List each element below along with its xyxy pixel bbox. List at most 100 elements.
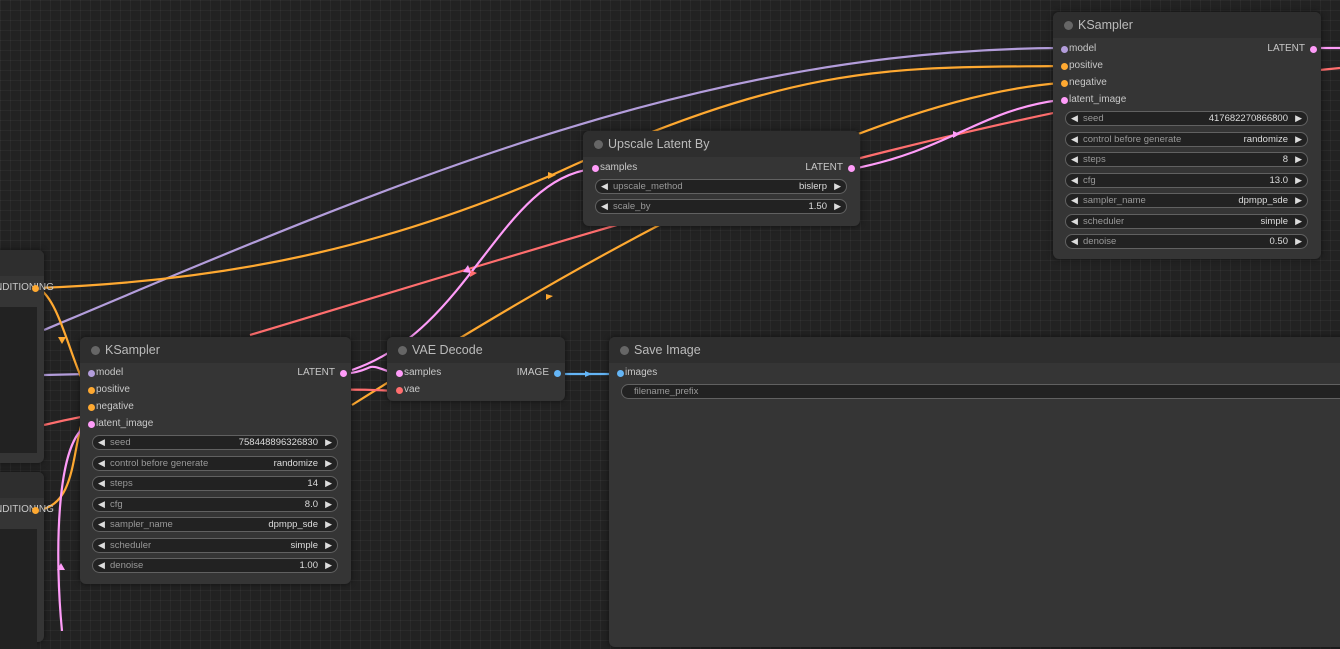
input-slot-model[interactable]: model [1061, 43, 1096, 57]
widget-seed[interactable]: ◀ seed 758448896326830 ▶ [92, 435, 338, 450]
input-dot[interactable] [1061, 97, 1068, 104]
decrement-arrow-icon[interactable]: ◀ [601, 201, 608, 212]
widget-scheduler[interactable]: ◀ scheduler simple ▶ [92, 538, 338, 553]
widget-cfg[interactable]: ◀ cfg 8.0 ▶ [92, 497, 338, 512]
input-slot-negative[interactable]: negative [1061, 77, 1107, 91]
output-slot-conditioning[interactable]: CONDITIONING [0, 282, 54, 296]
decrement-arrow-icon[interactable]: ◀ [98, 478, 105, 489]
input-dot[interactable] [1061, 63, 1068, 70]
collapse-dot-icon[interactable] [620, 346, 629, 355]
left-node-bottom[interactable]: CONDITIONING [0, 472, 54, 649]
output-slot-latent[interactable]: LATENT [763, 162, 855, 176]
save-image-title-bar[interactable]: Save Image [609, 337, 1340, 363]
widget-denoise[interactable]: ◀ denoise 1.00 ▶ [92, 558, 338, 573]
decrement-arrow-icon[interactable]: ◀ [98, 519, 105, 530]
input-dot[interactable] [88, 421, 95, 428]
input-dot[interactable] [88, 404, 95, 411]
increment-arrow-icon[interactable]: ▶ [1295, 216, 1302, 227]
left-node-bottom-title[interactable] [0, 472, 44, 498]
decrement-arrow-icon[interactable]: ◀ [601, 181, 608, 192]
input-dot[interactable] [88, 370, 95, 377]
input-slot-latent-image[interactable]: latent_image [88, 418, 153, 432]
input-dot[interactable] [592, 165, 599, 172]
output-dot[interactable] [340, 370, 347, 377]
widget-scale-by[interactable]: ◀ scale_by 1.50 ▶ [595, 199, 847, 214]
widget-scheduler[interactable]: ◀ scheduler simple ▶ [1065, 214, 1308, 229]
collapse-dot-icon[interactable] [1064, 21, 1073, 30]
left-node-bottom-text-area[interactable] [0, 529, 37, 649]
widget-cfg[interactable]: ◀ cfg 13.0 ▶ [1065, 173, 1308, 188]
input-slot-positive[interactable]: positive [88, 384, 130, 398]
widget-sampler-name[interactable]: ◀ sampler_name dpmpp_sde ▶ [1065, 193, 1308, 208]
input-slot-vae[interactable]: vae [396, 384, 420, 398]
ksampler-bottom-title-bar[interactable]: KSampler [80, 337, 351, 363]
increment-arrow-icon[interactable]: ▶ [1295, 134, 1302, 145]
increment-arrow-icon[interactable]: ▶ [325, 458, 332, 469]
output-dot[interactable] [32, 507, 39, 514]
collapse-dot-icon[interactable] [91, 346, 100, 355]
increment-arrow-icon[interactable]: ▶ [325, 478, 332, 489]
output-dot[interactable] [848, 165, 855, 172]
widget-steps[interactable]: ◀ steps 8 ▶ [1065, 152, 1308, 167]
increment-arrow-icon[interactable]: ▶ [325, 560, 332, 571]
decrement-arrow-icon[interactable]: ◀ [1071, 175, 1078, 186]
output-slot-conditioning[interactable]: CONDITIONING [0, 504, 54, 518]
left-node-top-title[interactable] [0, 250, 44, 276]
left-node-top-text-area[interactable] [0, 307, 37, 453]
decrement-arrow-icon[interactable]: ◀ [98, 560, 105, 571]
increment-arrow-icon[interactable]: ▶ [834, 181, 841, 192]
vae-decode-title-bar[interactable]: VAE Decode [387, 337, 565, 363]
widget-upscale-method[interactable]: ◀ upscale_method bislerp ▶ [595, 179, 847, 194]
widget-seed[interactable]: ◀ seed 417682270866800 ▶ [1065, 111, 1308, 126]
ksampler-top-title-bar[interactable]: KSampler [1053, 12, 1321, 38]
increment-arrow-icon[interactable]: ▶ [325, 437, 332, 448]
increment-arrow-icon[interactable]: ▶ [834, 201, 841, 212]
input-slot-images[interactable]: images [617, 367, 657, 381]
increment-arrow-icon[interactable]: ▶ [1295, 236, 1302, 247]
input-slot-model[interactable]: model [88, 367, 123, 381]
output-dot[interactable] [1310, 46, 1317, 53]
input-slot-negative[interactable]: negative [88, 401, 134, 415]
ksampler-top-node[interactable]: KSampler model positive negative latent_… [1053, 12, 1321, 259]
input-dot[interactable] [1061, 80, 1068, 87]
output-slot-image[interactable]: IMAGE [469, 367, 561, 381]
increment-arrow-icon[interactable]: ▶ [1295, 175, 1302, 186]
increment-arrow-icon[interactable]: ▶ [325, 540, 332, 551]
decrement-arrow-icon[interactable]: ◀ [1071, 195, 1078, 206]
upscale-latent-node[interactable]: Upscale Latent By samples LATENT ◀ upsca… [583, 131, 860, 226]
input-dot[interactable] [617, 370, 624, 377]
widget-control-before-generate[interactable]: ◀ control before generate randomize ▶ [92, 456, 338, 471]
output-slot-latent[interactable]: LATENT [255, 367, 347, 381]
input-dot[interactable] [88, 387, 95, 394]
save-image-node[interactable]: Save Image images filename_prefix [609, 337, 1340, 647]
widget-sampler-name[interactable]: ◀ sampler_name dpmpp_sde ▶ [92, 517, 338, 532]
decrement-arrow-icon[interactable]: ◀ [98, 437, 105, 448]
input-dot[interactable] [1061, 46, 1068, 53]
input-dot[interactable] [396, 370, 403, 377]
input-slot-samples[interactable]: samples [592, 162, 637, 176]
decrement-arrow-icon[interactable]: ◀ [1071, 154, 1078, 165]
decrement-arrow-icon[interactable]: ◀ [98, 540, 105, 551]
input-dot[interactable] [396, 387, 403, 394]
left-node-top[interactable]: CONDITIONING [0, 250, 54, 463]
widget-filename-prefix[interactable]: filename_prefix [621, 384, 1340, 399]
output-slot-latent[interactable]: LATENT [1225, 43, 1317, 57]
collapse-dot-icon[interactable] [398, 346, 407, 355]
output-dot[interactable] [32, 285, 39, 292]
upscale-latent-title-bar[interactable]: Upscale Latent By [583, 131, 860, 157]
collapse-dot-icon[interactable] [594, 140, 603, 149]
ksampler-bottom-node[interactable]: KSampler model positive negative latent_… [80, 337, 351, 584]
increment-arrow-icon[interactable]: ▶ [1295, 195, 1302, 206]
vae-decode-node[interactable]: VAE Decode samples vae IMAGE [387, 337, 565, 401]
input-slot-samples[interactable]: samples [396, 367, 441, 381]
input-slot-latent-image[interactable]: latent_image [1061, 94, 1126, 108]
decrement-arrow-icon[interactable]: ◀ [1071, 134, 1078, 145]
increment-arrow-icon[interactable]: ▶ [1295, 154, 1302, 165]
widget-steps[interactable]: ◀ steps 14 ▶ [92, 476, 338, 491]
output-dot[interactable] [554, 370, 561, 377]
widget-denoise[interactable]: ◀ denoise 0.50 ▶ [1065, 234, 1308, 249]
increment-arrow-icon[interactable]: ▶ [325, 499, 332, 510]
increment-arrow-icon[interactable]: ▶ [1295, 113, 1302, 124]
input-slot-positive[interactable]: positive [1061, 60, 1103, 74]
decrement-arrow-icon[interactable]: ◀ [1071, 113, 1078, 124]
